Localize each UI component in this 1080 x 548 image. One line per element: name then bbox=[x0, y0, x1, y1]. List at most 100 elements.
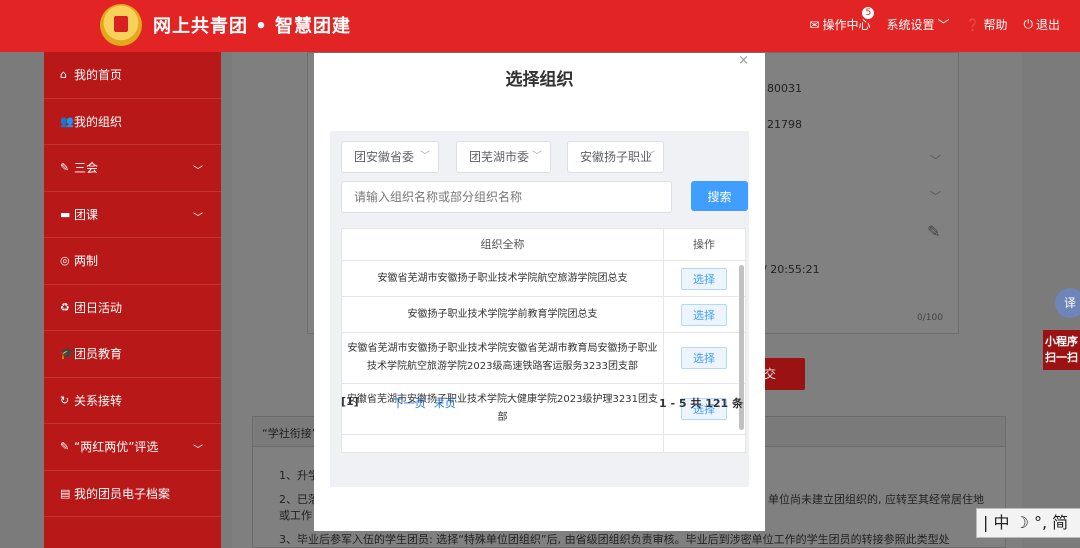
settings-label: 系统设置 bbox=[886, 18, 935, 32]
col-action: 操作 bbox=[693, 238, 715, 251]
chevron-down-icon: ﹀ bbox=[930, 154, 941, 167]
sidebar-item-label: 我的首页 bbox=[74, 68, 123, 83]
file-icon: ▤ bbox=[60, 486, 71, 500]
org-name-cell: 安徽省芜湖市安徽扬子职业技术学院航空旅游学院团总支 bbox=[342, 261, 664, 296]
top-nav: ✉ 操作中心 5 系统设置 ﹀ ❓ 帮助 ⏻ 退出 bbox=[809, 6, 1060, 33]
chevron-down-icon: ﹀ bbox=[193, 445, 203, 456]
settings-menu[interactable]: 系统设置 ﹀ bbox=[886, 16, 949, 33]
char-counter: 0/100 bbox=[917, 313, 943, 323]
table-row-partial bbox=[342, 435, 745, 452]
chevron-down-icon: ﹀ bbox=[645, 151, 655, 162]
org-name-cell-hidden bbox=[342, 435, 664, 452]
province-select-value: 团安徽省委 bbox=[354, 150, 415, 164]
sidebar-item-label: 两制 bbox=[74, 254, 99, 269]
org-search-input[interactable] bbox=[341, 181, 672, 213]
select-org-button[interactable]: 选择 bbox=[681, 347, 727, 369]
graduation-icon: 🎓 bbox=[60, 347, 74, 361]
notice-line-2b: 单位尚未建立团组织的, 应转至其经常居住地 bbox=[768, 493, 984, 506]
notice-line-2a: 2、已落 bbox=[279, 493, 319, 506]
translate-button[interactable]: 译 bbox=[1055, 288, 1080, 318]
sidebar-item-label: 团日活动 bbox=[74, 300, 123, 315]
chevron-down-icon: ﹀ bbox=[193, 166, 203, 177]
recycle-icon: ♻ bbox=[60, 300, 70, 314]
bg-time-fragment: / 20:55:21 bbox=[763, 263, 820, 276]
org-table: 组织全称 操作 安徽省芜湖市安徽扬子职业技术学院航空旅游学院团总支 选择 安徽扬… bbox=[341, 228, 746, 453]
search-button[interactable]: 搜索 bbox=[691, 181, 748, 211]
next-page-link[interactable]: 下一页 bbox=[393, 395, 426, 411]
top-header: 网上共青团 • 智慧团建 ✉ 操作中心 5 系统设置 ﹀ ❓ 帮助 ⏻ 退出 bbox=[0, 0, 1080, 52]
school-select-value: 安徽扬子职业 bbox=[580, 150, 653, 164]
sidebar-item-home[interactable]: ⌂ 我的首页 bbox=[44, 52, 221, 99]
org-name-cell: 安徽扬子职业技术学院学前教育学院团总支 bbox=[342, 297, 664, 332]
ime-toolbar[interactable]: | 中 ☽ °, 简 bbox=[976, 508, 1080, 538]
sidebar-item-education[interactable]: 🎓 团员教育 bbox=[44, 331, 221, 378]
sidebar-item-transfer[interactable]: ↻ 关系接转 bbox=[44, 378, 221, 424]
sidebar-item-label: 我的团员电子档案 bbox=[74, 486, 171, 501]
chevron-down-icon: ﹀ bbox=[532, 151, 542, 162]
last-page-link[interactable]: 末页 bbox=[434, 395, 456, 411]
sidebar-item-my-org[interactable]: 👥 我的组织 bbox=[44, 99, 221, 145]
help-link[interactable]: ❓ 帮助 bbox=[966, 16, 1008, 33]
users-icon: 👥 bbox=[60, 114, 74, 128]
logout-label: 退出 bbox=[1035, 18, 1060, 32]
bg-id-fragment-1: 80031 bbox=[767, 82, 802, 95]
sidebar-item-label: “两红两优”评选 bbox=[74, 440, 159, 455]
sidebar: ⌂ 我的首页 👥 我的组织 ✎ 三会 ﹀ ▬ 团课 ﹀ ◎ 两制 ♻ 团日活动 🎓 团员教育 ↻ 关… bbox=[44, 52, 221, 548]
col-org-name: 组织全称 bbox=[342, 229, 664, 260]
circle-icon: ◎ bbox=[60, 254, 70, 268]
logout-link[interactable]: ⏻ 退出 bbox=[1023, 16, 1060, 33]
edit-icon: ✎ bbox=[60, 161, 70, 175]
home-icon: ⌂ bbox=[60, 68, 67, 82]
folder-icon: ▬ bbox=[60, 207, 71, 221]
sidebar-item-label: 我的组织 bbox=[74, 114, 123, 129]
sidebar-item-liangzhi[interactable]: ◎ 两制 bbox=[44, 238, 221, 285]
dialog-body: 团安徽省委 ﹀ 团芜湖市委 ﹀ 安徽扬子职业 ﹀ 搜索 组织全称 操作 安徽省芜… bbox=[330, 131, 749, 487]
chevron-down-icon: ﹀ bbox=[930, 190, 941, 203]
pagination: [1] 下一页 末页 bbox=[341, 395, 456, 411]
select-org-button[interactable]: 选择 bbox=[681, 303, 727, 326]
sidebar-item-archive[interactable]: ▤ 我的团员电子档案 bbox=[44, 471, 221, 517]
ops-center-link[interactable]: ✉ 操作中心 5 bbox=[809, 6, 876, 33]
question-icon: ❓ bbox=[965, 17, 981, 32]
select-org-button[interactable]: 选择 bbox=[681, 267, 727, 290]
pagination-info: 1 - 5 共 121 条 bbox=[659, 397, 743, 410]
sidebar-item-sanhui[interactable]: ✎ 三会 ﹀ bbox=[44, 145, 221, 192]
dialog-title: 选择组织 bbox=[505, 70, 574, 90]
sidebar-item-awards[interactable]: ✎ “两红两优”评选 ﹀ bbox=[44, 424, 221, 471]
edit-icon: ✎ bbox=[60, 440, 70, 454]
action-cell-hidden bbox=[664, 435, 744, 452]
league-logo-icon bbox=[100, 4, 142, 46]
current-page: [1] bbox=[341, 395, 359, 408]
help-label: 帮助 bbox=[983, 18, 1008, 32]
school-select[interactable]: 安徽扬子职业 ﹀ bbox=[567, 141, 664, 173]
sidebar-item-label: 团课 bbox=[74, 207, 99, 222]
submit-label: 交 bbox=[763, 367, 776, 381]
notice-line-2c: 或工作 bbox=[279, 509, 312, 522]
power-icon: ⏻ bbox=[1023, 17, 1033, 31]
site-title: 网上共青团 • 智慧团建 bbox=[153, 16, 352, 37]
notice-title: “学社衔接” bbox=[262, 427, 318, 440]
city-select[interactable]: 团芜湖市委 ﹀ bbox=[456, 141, 551, 173]
city-select-value: 团芜湖市委 bbox=[469, 150, 530, 164]
province-select[interactable]: 团安徽省委 ﹀ bbox=[341, 141, 439, 173]
refresh-icon: ↻ bbox=[60, 393, 70, 407]
table-row: 安徽省芜湖市安徽扬子职业技术学院安徽省芜湖市教育局安徽扬子职业技术学院航空旅游学… bbox=[342, 333, 745, 384]
ops-badge: 5 bbox=[861, 6, 876, 20]
sidebar-item-tuanri[interactable]: ♻ 团日活动 bbox=[44, 285, 221, 331]
chevron-down-icon: ﹀ bbox=[193, 212, 203, 224]
edit-icon[interactable]: ✎ bbox=[927, 222, 940, 241]
bg-id-fragment-2: 21798 bbox=[767, 118, 802, 131]
chevron-down-icon: ﹀ bbox=[937, 18, 950, 32]
org-name-cell: 安徽省芜湖市安徽扬子职业技术学院安徽省芜湖市教育局安徽扬子职业技术学院航空旅游学… bbox=[342, 333, 664, 383]
table-row: 安徽省芜湖市安徽扬子职业技术学院航空旅游学院团总支 选择 bbox=[342, 261, 745, 297]
sidebar-item-tuanke[interactable]: ▬ 团课 ﹀ bbox=[44, 192, 221, 238]
chevron-down-icon: ﹀ bbox=[420, 151, 430, 162]
table-row: 安徽扬子职业技术学院学前教育学院团总支 选择 bbox=[342, 297, 745, 333]
mail-icon: ✉ bbox=[809, 17, 820, 32]
notice-line-3: 3、毕业后参军入伍的学生团员: 选择“特殊单位团组织”后, 由省级团组织负责审核… bbox=[279, 533, 950, 546]
sidebar-item-label: 三会 bbox=[74, 161, 99, 176]
sidebar-item-label: 关系接转 bbox=[74, 393, 123, 408]
mini-program-tab[interactable]: 小程序 扫一扫 bbox=[1043, 330, 1080, 370]
sidebar-item-label: 团员教育 bbox=[74, 347, 123, 362]
notice-line-1: 1、升学 bbox=[279, 469, 319, 482]
